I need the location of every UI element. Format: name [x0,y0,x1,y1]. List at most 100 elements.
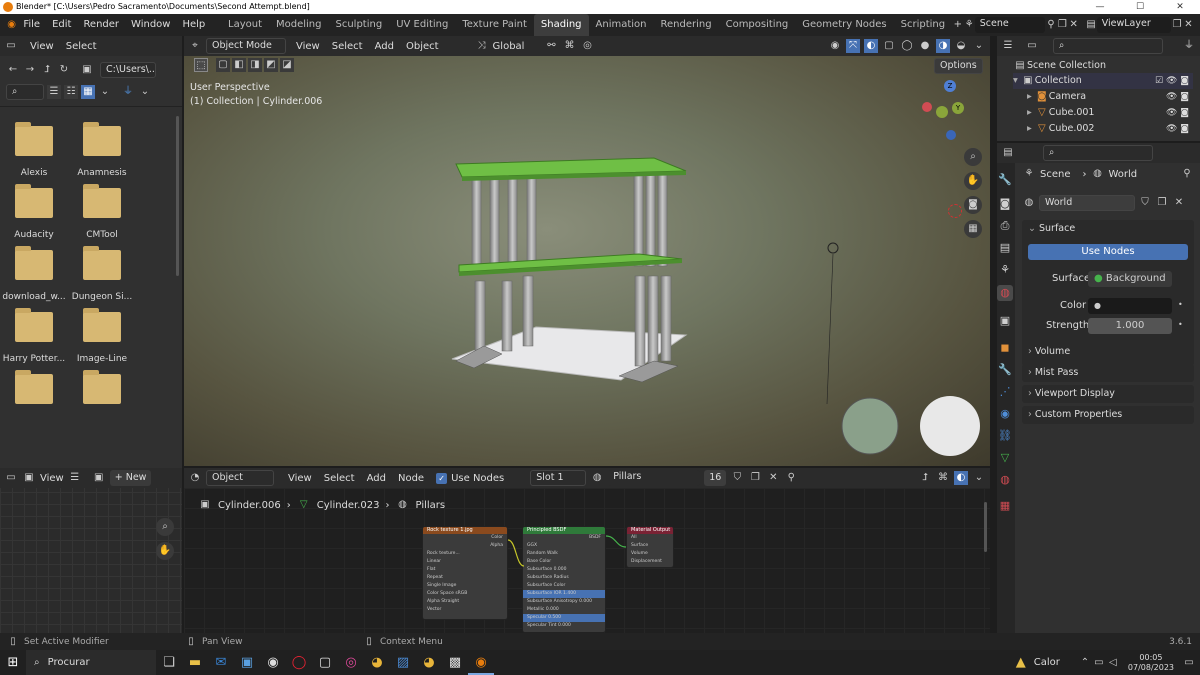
minimize-icon[interactable]: — [1080,0,1120,14]
filter-icon[interactable]: ⏚ [121,85,135,99]
zoom-icon[interactable]: ⌕ [156,518,174,536]
scene-collection-row[interactable]: ▤ Scene Collection [1013,58,1106,74]
panel-mist-pass[interactable]: › Mist Pass [1022,364,1194,382]
pan-hand-icon[interactable]: ✋ [964,172,982,190]
forward-icon[interactable]: → [23,63,37,77]
node-field[interactable]: Color Space sRGB [423,590,507,598]
node-field[interactable]: Flat [423,566,507,574]
node-field[interactable]: Metallic 0.000 [523,606,605,614]
image-browse-icon[interactable]: ▣ [92,471,106,485]
output-tab-icon[interactable]: ⎙ [997,218,1013,234]
menu-edit[interactable]: Edit [46,14,77,36]
delete-view-layer-icon[interactable]: ✕ [1183,18,1194,32]
menu-file[interactable]: File [17,14,46,36]
node-field[interactable]: Repeat [423,574,507,582]
node-menu-node[interactable]: Node [398,473,424,484]
material-name-field[interactable]: Pillars [608,470,701,486]
gizmo-y-icon[interactable]: Y [952,102,964,114]
gizmo-y-neg-icon[interactable] [936,106,948,118]
view-layer-selector[interactable]: ViewLayer [1096,17,1172,33]
object-tab-icon[interactable]: ◼ [997,340,1013,356]
add-workspace-icon[interactable]: + [952,18,963,32]
scrollbar[interactable] [176,116,179,276]
data-tab-icon[interactable]: ▽ [997,450,1013,466]
physics-tab-icon[interactable]: ◉ [997,406,1013,422]
tab-rendering[interactable]: Rendering [654,14,719,36]
use-nodes-checkbox[interactable]: ✓ [436,472,448,484]
panel-viewport-display[interactable]: › Viewport Display [1022,385,1194,403]
surface-panel-header[interactable]: ⌄ Surface [1022,220,1194,238]
duplicate-icon[interactable]: ❐ [1155,196,1169,210]
thumbnail-view-icon[interactable]: ▦ [81,85,95,99]
task-view-icon[interactable]: ❏ [156,650,182,675]
menu-help[interactable]: Help [176,14,211,36]
folder-item[interactable]: CMTool [68,184,136,240]
modifier-tab-icon[interactable]: 🔧 [997,362,1013,378]
editor-type-icon[interactable]: ▭ [4,471,18,485]
tab-modeling[interactable]: Modeling [269,14,329,36]
chevron-down-icon[interactable]: ⌄ [972,471,986,485]
scene-selector[interactable]: Scene [974,17,1046,33]
folder-item[interactable] [0,370,68,404]
folder-item[interactable]: download_w... [0,246,68,302]
parent-node-tree-icon[interactable]: ⮥ [918,471,932,485]
app-icon[interactable]: ▢ [312,650,338,675]
new-scene-icon[interactable]: ❐ [1057,18,1068,32]
weather-label[interactable]: Calor [1034,657,1060,668]
chevron-down-icon[interactable]: ⌄ [138,85,152,99]
panel-custom-properties[interactable]: › Custom Properties [1022,406,1194,424]
new-image-button[interactable]: + New [109,470,152,486]
tab-animation[interactable]: Animation [589,14,654,36]
tab-compositing[interactable]: Compositing [719,14,796,36]
eye-icon[interactable]: 👁 ◙ [1166,89,1189,105]
image-mode-icon[interactable]: ▣ [22,471,36,485]
unlink-icon[interactable]: ✕ [1172,196,1186,210]
scrollbar[interactable] [984,502,987,552]
properties-search-input[interactable]: ⌕ [1043,145,1153,161]
overlay-toggle-icon[interactable]: ◐ [954,471,968,485]
weather-icon[interactable]: ▲ [1008,650,1034,675]
snap-icon[interactable]: ⌘ [936,471,950,485]
tab-geometry-nodes[interactable]: Geometry Nodes [795,14,893,36]
slot-selector[interactable]: Slot 1 [530,470,587,486]
fb-menu-view[interactable]: View [30,41,54,52]
chevron-down-icon[interactable]: ⌄ [98,85,112,99]
editor-type-icon[interactable]: ◔ [188,471,202,485]
user-count[interactable]: 16 [704,470,727,486]
image-editor-panel[interactable]: ▭ ▣ View ☰ ▣ + New ⌕ ✋ [0,468,182,633]
new-folder-icon[interactable]: ▣ [80,63,94,77]
gizmo-z-icon[interactable]: Z [944,80,956,92]
shader-type-selector[interactable]: Object [206,470,274,486]
detail-view-icon[interactable]: ☷ [64,85,78,99]
node-menu-select[interactable]: Select [324,473,355,484]
list-view-icon[interactable]: ☰ [47,85,61,99]
menu-render[interactable]: Render [77,14,125,36]
shader-node-editor[interactable]: ◔ Object View Select Add Node ✓ Use Node… [184,468,990,633]
color-swatch[interactable]: ● [1088,298,1172,314]
node-field[interactable]: GGX [523,542,605,550]
blender-menu-icon[interactable]: ◉ [6,18,17,32]
app-icon[interactable]: ▣ [234,650,260,675]
tab-shading[interactable]: Shading [533,14,589,36]
editor-type-icon[interactable]: ☰ [1001,39,1015,53]
menu-icon[interactable]: ☰ [68,471,82,485]
back-icon[interactable]: ← [6,63,20,77]
filter-icon[interactable]: ⏚ [1182,39,1196,53]
maximize-icon[interactable]: ☐ [1120,0,1160,14]
tool-tab-icon[interactable]: 🔧 [997,172,1013,188]
mail-icon[interactable]: ✉ [208,650,234,675]
node-field[interactable]: Alpha Straight [423,598,507,606]
app-icon[interactable]: ◎ [338,650,364,675]
steam-icon[interactable]: ◉ [260,650,286,675]
tab-texture-paint[interactable]: Texture Paint [455,14,534,36]
node-field[interactable]: Random Walk [523,550,605,558]
tab-layout[interactable]: Layout [221,14,269,36]
node-menu-view[interactable]: View [288,473,312,484]
tab-sculpting[interactable]: Sculpting [329,14,390,36]
editor-type-icon[interactable]: ▤ [1001,146,1015,160]
blender-taskbar-icon[interactable]: ◉ [468,650,494,675]
refresh-icon[interactable]: ↻ [57,63,71,77]
keyframe-dot-icon[interactable]: • [1178,320,1183,329]
folder-item[interactable]: Audacity [0,184,68,240]
node-field[interactable]: Subsurface 0.000 [523,566,605,574]
